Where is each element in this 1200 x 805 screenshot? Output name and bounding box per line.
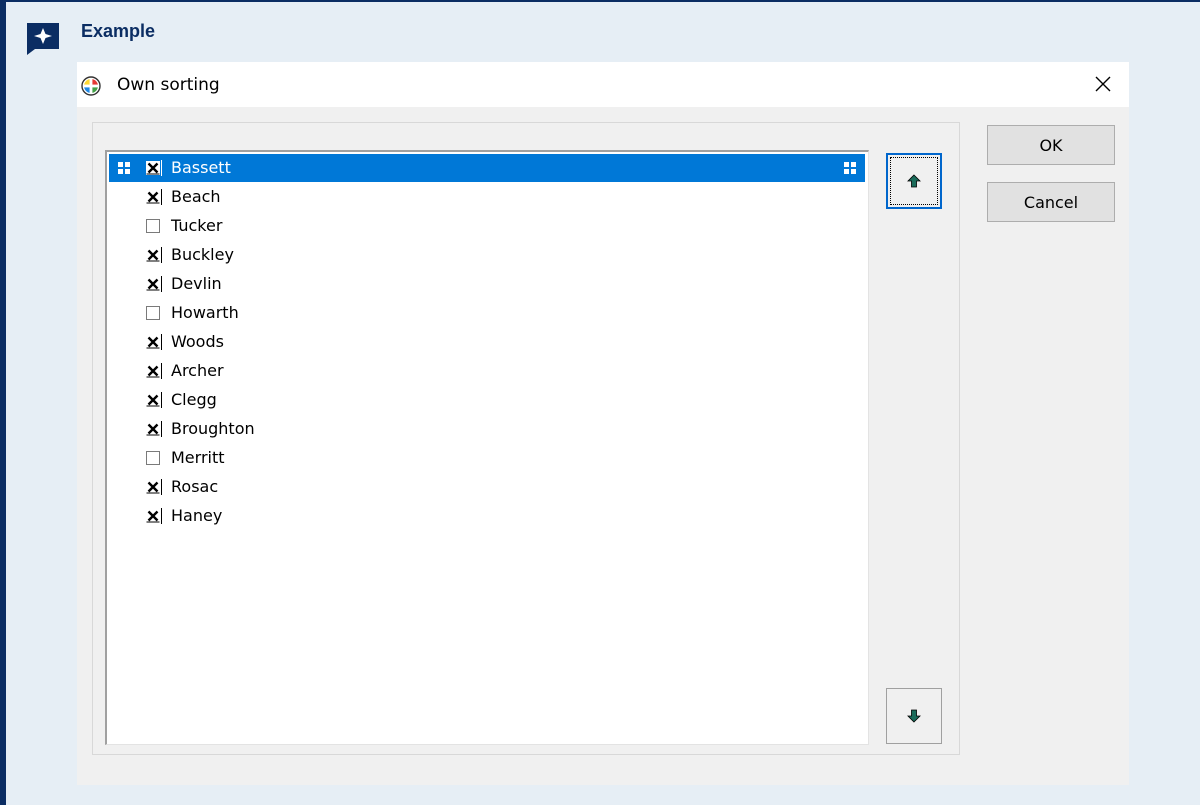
checkbox-unchecked[interactable] bbox=[146, 451, 160, 465]
checkbox-separator bbox=[161, 363, 162, 379]
list-item-label: Buckley bbox=[171, 245, 234, 264]
checkbox-checked[interactable] bbox=[146, 422, 160, 436]
checkbox-separator bbox=[161, 189, 162, 205]
drag-handle-icon[interactable] bbox=[117, 161, 131, 175]
list-item[interactable]: Buckley bbox=[109, 241, 865, 269]
list-item[interactable]: Merritt bbox=[109, 444, 865, 472]
move-down-button[interactable] bbox=[886, 688, 942, 744]
list-item-label: Broughton bbox=[171, 419, 255, 438]
checkbox-checked[interactable] bbox=[146, 364, 160, 378]
cancel-button[interactable]: Cancel bbox=[987, 182, 1115, 222]
list-item-label: Rosac bbox=[171, 477, 219, 496]
list-item[interactable]: Clegg bbox=[109, 386, 865, 414]
checkbox-separator bbox=[161, 479, 162, 495]
arrow-up-icon bbox=[907, 174, 921, 188]
list-item[interactable]: Broughton bbox=[109, 415, 865, 443]
checkbox-separator bbox=[161, 421, 162, 437]
dialog-titlebar: Own sorting bbox=[77, 62, 1129, 107]
list-item-label: Beach bbox=[171, 187, 221, 206]
checkbox-separator bbox=[161, 334, 162, 350]
list-item[interactable]: Howarth bbox=[109, 299, 865, 327]
list-item-label: Howarth bbox=[171, 303, 239, 322]
checkbox-checked[interactable] bbox=[146, 248, 160, 262]
list-item[interactable]: Bassett bbox=[109, 154, 865, 182]
list-item-label: Haney bbox=[171, 506, 223, 525]
list-item[interactable]: Rosac bbox=[109, 473, 865, 501]
checkbox-separator bbox=[161, 276, 162, 292]
sort-listbox[interactable]: Bassett Beach Tucker Buckley Devlin Howarth Wo… bbox=[105, 150, 869, 745]
list-item-label: Archer bbox=[171, 361, 224, 380]
close-icon[interactable] bbox=[1092, 73, 1114, 95]
checkbox-separator bbox=[161, 508, 162, 524]
list-item-label: Clegg bbox=[171, 390, 217, 409]
color-circle-icon bbox=[81, 76, 101, 96]
arrow-down-icon bbox=[907, 709, 921, 723]
list-item[interactable]: Tucker bbox=[109, 212, 865, 240]
list-item-label: Tucker bbox=[171, 216, 223, 235]
checkbox-checked[interactable] bbox=[146, 277, 160, 291]
checkbox-checked[interactable] bbox=[146, 190, 160, 204]
checkbox-checked[interactable] bbox=[146, 161, 160, 175]
checkbox-checked[interactable] bbox=[146, 335, 160, 349]
list-item-label: Merritt bbox=[171, 448, 225, 467]
list-item-label: Bassett bbox=[171, 158, 231, 177]
checkbox-unchecked[interactable] bbox=[146, 306, 160, 320]
checkbox-separator bbox=[161, 392, 162, 408]
list-item-label: Woods bbox=[171, 332, 224, 351]
list-item-label: Devlin bbox=[171, 274, 222, 293]
list-item[interactable]: Woods bbox=[109, 328, 865, 356]
list-item[interactable]: Devlin bbox=[109, 270, 865, 298]
move-up-button[interactable] bbox=[886, 153, 942, 209]
checkbox-separator bbox=[161, 247, 162, 263]
own-sorting-dialog: Own sorting Bassett Beach Tucker Buckley Dev… bbox=[77, 62, 1129, 785]
dialog-title: Own sorting bbox=[117, 75, 220, 95]
list-item[interactable]: Beach bbox=[109, 183, 865, 211]
ok-button[interactable]: OK bbox=[987, 125, 1115, 165]
checkbox-checked[interactable] bbox=[146, 480, 160, 494]
list-item[interactable]: Archer bbox=[109, 357, 865, 385]
checkbox-checked[interactable] bbox=[146, 393, 160, 407]
sparkle-icon bbox=[27, 23, 59, 55]
checkbox-separator bbox=[161, 160, 162, 176]
checkbox-unchecked[interactable] bbox=[146, 219, 160, 233]
callout-title: Example bbox=[81, 21, 156, 41]
checkbox-checked[interactable] bbox=[146, 509, 160, 523]
list-item[interactable]: Haney bbox=[109, 502, 865, 530]
drag-handle-icon[interactable] bbox=[843, 161, 857, 175]
